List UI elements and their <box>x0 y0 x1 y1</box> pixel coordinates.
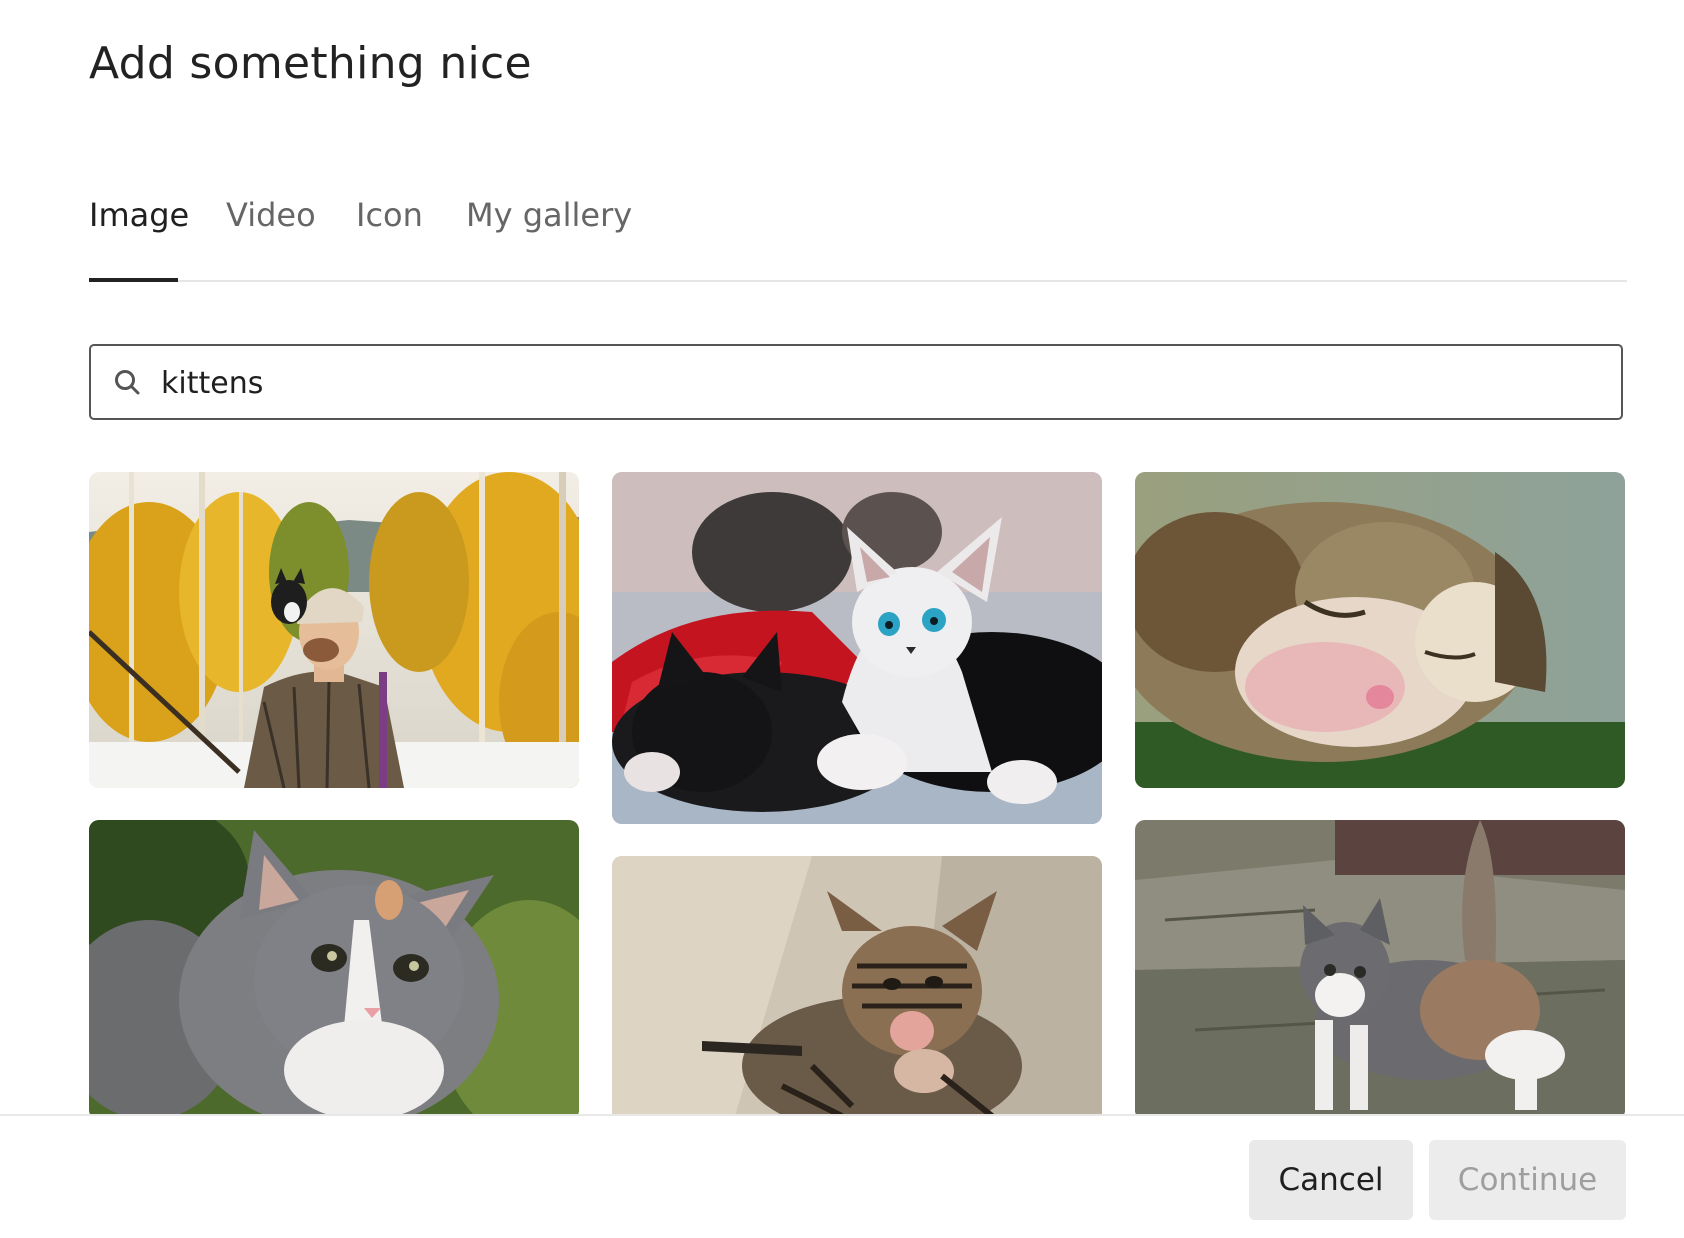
grey-kitten-photo <box>89 820 579 1114</box>
add-media-dialog: Add something nice Image Video Icon My g… <box>0 0 1684 1238</box>
image-result-6[interactable] <box>1135 820 1625 1114</box>
man-with-kitten-photo <box>89 472 579 788</box>
image-result-2[interactable] <box>612 472 1102 824</box>
continue-button[interactable]: Continue <box>1429 1140 1626 1220</box>
cancel-button[interactable]: Cancel <box>1249 1140 1413 1220</box>
image-result-3[interactable] <box>1135 472 1625 788</box>
calico-kitten-photo <box>1135 820 1625 1114</box>
image-results-grid <box>0 0 1684 1114</box>
image-result-4[interactable] <box>89 820 579 1114</box>
image-result-1[interactable] <box>89 472 579 788</box>
dialog-footer: Cancel Continue <box>0 1114 1684 1238</box>
image-result-5[interactable] <box>612 856 1102 1114</box>
sleeping-kitten-photo <box>1135 472 1625 788</box>
tabby-kitten-photo <box>612 856 1102 1114</box>
kittens-on-blanket-photo <box>612 472 1102 824</box>
